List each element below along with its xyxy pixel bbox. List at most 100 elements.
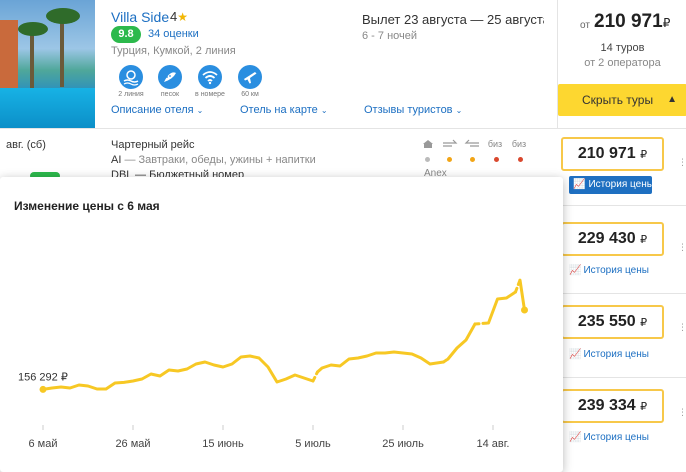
amenity-label: песок [160,91,180,98]
more-options-icon[interactable]: ⋮ [678,158,686,167]
business-back-icon: биз [510,139,528,149]
reviews-count-link[interactable]: 34 оценки [148,28,199,40]
tour-operator: Anex [424,168,447,177]
amenity-sand: песок [150,65,190,98]
price-chart: 6 май 26 май 15 июнь 5 июль 25 июль 14 авг. 15… [18,278,528,450]
hide-tours-label: Скрыть туры [582,93,654,107]
price-history-button[interactable]: 📈 История цены [569,176,654,194]
hotel-name-link[interactable]: Villa Side [111,9,169,25]
divider [557,293,686,294]
price-history-label: История цены [583,432,649,443]
flight-back-icon [463,139,481,151]
hotel-stars: 4★ [170,9,188,24]
series-gap-connector [311,370,319,383]
price-line-segment [446,322,477,361]
flight-out-icon [441,139,459,151]
more-options-icon[interactable]: ⋮ [678,408,686,417]
min-price: 210 971₽ [594,11,670,33]
divider [557,205,686,206]
chevron-down-icon: ⌄ [455,106,463,115]
photo-palm [30,30,34,90]
x-tick-label: 14 авг. [477,438,510,450]
tour-price: 239 334 [577,397,636,414]
price-line-segment [518,278,526,312]
currency-symbol: ₽ [640,234,648,246]
beach-line-icon [119,65,143,89]
currency-symbol: ₽ [640,149,648,161]
price-line-segment [487,290,517,325]
hotel-location: Турция, Кумкой, 2 линия [111,45,236,57]
hotel-flag-icon [419,139,437,151]
x-tick-label: 25 июль [382,438,424,450]
chart-line-icon: 📈 [569,265,582,276]
chart-line-icon: 📈 [573,179,586,190]
tour-price-card[interactable]: 239 334 ₽ [561,389,664,423]
price-history-link[interactable]: 📈 История цены [569,265,649,276]
divider [0,128,686,129]
x-tick-label: 15 июнь [202,438,244,450]
flag-dot [425,157,430,162]
photo-pool [0,88,95,128]
amenity-label: 60 км [241,91,259,98]
meal-plan: AI — Завтраки, обеды, ужины + напитки [111,154,316,166]
meal-code: AI [111,154,122,166]
tourist-reviews-label: Отзывы туристов [364,104,453,116]
wifi-icon [198,65,222,89]
chart-line-icon: 📈 [569,349,582,360]
price-history-label: История цены [583,349,649,360]
flag-dot [494,157,499,162]
tour-price-card[interactable]: 210 971 ₽ [561,137,664,171]
hotel-photo[interactable] [0,0,95,128]
chart-line-icon: 📈 [569,432,582,443]
min-price-value: 210 971 [594,11,663,32]
amenity-label: 2 линия [118,91,144,98]
photo-building [0,20,18,90]
price-history-label: История цены [583,265,649,276]
flag-dot [470,157,475,162]
photo-palm-leaves [46,8,80,24]
offer-summary: от 210 971₽ 14 туров от 2 оператора Скры… [557,0,686,128]
chevron-up-icon: ▲ [667,94,677,105]
sand-icon [158,65,182,89]
price-line-segment [41,354,315,391]
tour-price: 229 430 [577,230,636,247]
room-type: DBL — Бюджетный номер [111,169,245,177]
flight-label: биз [511,139,527,149]
tourist-reviews-link[interactable]: Отзывы туристов ⌄ [364,104,462,116]
tour-price: 210 971 [577,145,636,162]
flight-type: Чартерный рейс [111,139,195,151]
hotel-map-label: Отель на карте [240,104,318,116]
photo-palm [60,15,64,87]
amenity-wifi: в номере [190,65,230,98]
tour-price: 235 550 [577,313,636,330]
meal-description: — Завтраки, обеды, ужины + напитки [121,154,316,166]
amenity-label: в номере [195,91,225,98]
currency-symbol: ₽ [662,16,671,30]
start-price-label: 156 292 ₽ [18,371,68,383]
series-gap-connector [473,321,490,326]
hotel-description-link[interactable]: Описание отеля ⌄ [111,104,203,116]
x-tick-label: 6 май [29,438,58,450]
price-history-link[interactable]: 📈 История цены [569,432,649,443]
x-tick-label: 5 июль [295,438,331,450]
tour-date: авг. (сб) [6,139,46,151]
photo-palm-leaves [18,22,48,36]
amenity-airport: 60 км [230,65,270,98]
start-point [39,385,47,393]
price-prefix: от [580,20,590,31]
currency-symbol: ₽ [640,317,648,329]
more-options-icon[interactable]: ⋮ [678,243,686,252]
hide-tours-button[interactable]: Скрыть туры ▲ [558,84,686,116]
price-history-link[interactable]: 📈 История цены [569,349,649,360]
hotel-map-link[interactable]: Отель на карте ⌄ [240,104,328,116]
more-options-icon[interactable]: ⋮ [678,323,686,332]
operators-count: от 2 оператора [584,57,661,69]
x-tick-label: 26 май [115,438,150,450]
tour-price-card[interactable]: 229 430 ₽ [561,222,664,256]
tour-price-card[interactable]: 235 550 ₽ [561,305,664,339]
chevron-down-icon: ⌄ [196,106,204,115]
airport-icon [238,65,262,89]
flight-label: биз [487,139,503,149]
flag-dot [518,157,523,162]
divider [557,377,686,378]
